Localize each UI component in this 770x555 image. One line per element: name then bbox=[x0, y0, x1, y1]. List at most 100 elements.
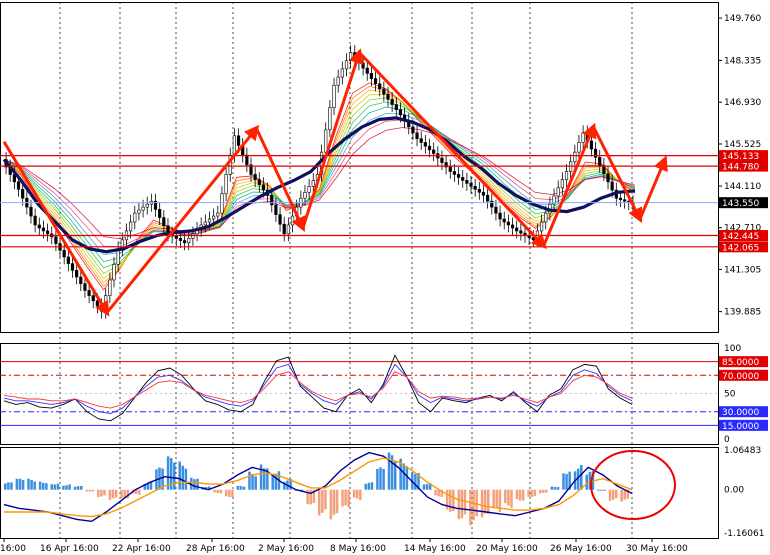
candle-body bbox=[158, 209, 162, 218]
macd-histogram-bar bbox=[242, 486, 246, 490]
candle-body bbox=[486, 194, 490, 202]
candle-body bbox=[623, 199, 627, 202]
stochastic-level-label: 85.0000 bbox=[722, 358, 759, 368]
macd-histogram-bar bbox=[565, 473, 568, 490]
candle-body bbox=[465, 180, 469, 184]
macd-histogram-bar bbox=[347, 489, 350, 508]
candle-body bbox=[328, 107, 332, 131]
macd-histogram-bar bbox=[475, 489, 478, 517]
macd-histogram-bar bbox=[181, 465, 185, 490]
macd-histogram-bar bbox=[30, 480, 33, 490]
candle-body bbox=[432, 149, 436, 154]
macd-histogram-bar bbox=[367, 482, 371, 490]
candle-body bbox=[133, 212, 137, 223]
candle-body bbox=[332, 84, 336, 108]
macd-tick-label: 1.06483 bbox=[724, 446, 761, 456]
stochastic-level-label: 30.0000 bbox=[722, 408, 759, 418]
macd-histogram-bar bbox=[114, 489, 118, 498]
macd-histogram-bar bbox=[219, 489, 223, 494]
macd-histogram-bar bbox=[510, 489, 513, 508]
macd-histogram-bar bbox=[193, 479, 196, 490]
ribbon-ma-line bbox=[3, 89, 636, 284]
macd-histogram-bar bbox=[370, 482, 374, 490]
macd-histogram-bar bbox=[580, 465, 583, 490]
candle-body bbox=[62, 249, 66, 258]
macd-histogram-bar bbox=[97, 489, 100, 498]
macd-histogram-bar bbox=[123, 489, 126, 498]
candle-body bbox=[220, 193, 224, 214]
candle-body bbox=[502, 218, 506, 223]
macd-histogram-bar bbox=[100, 489, 103, 497]
macd-histogram-bar bbox=[457, 489, 461, 520]
macd-tick-label: -1.16061 bbox=[724, 529, 764, 539]
candle-body bbox=[290, 215, 295, 226]
macd-histogram-bar bbox=[248, 471, 251, 490]
price-tick-label: 141.305 bbox=[724, 265, 761, 275]
macd-histogram-bar bbox=[556, 487, 560, 490]
price-tick-label: 146.930 bbox=[724, 98, 761, 108]
macd-histogram-bar bbox=[259, 464, 263, 490]
candle-body bbox=[66, 256, 70, 264]
time-axis-label: 16:00 bbox=[0, 544, 26, 554]
macd-histogram-bar bbox=[495, 489, 499, 509]
ribbon-ma-line bbox=[3, 82, 636, 291]
stochastic-tick-label: 100 bbox=[724, 344, 741, 354]
macd-histogram-bar bbox=[213, 489, 216, 493]
macd-histogram-bar bbox=[4, 483, 7, 490]
candle-body bbox=[577, 142, 581, 153]
macd-histogram-bar bbox=[85, 489, 88, 492]
candle-body bbox=[365, 67, 369, 74]
candle-body bbox=[79, 276, 83, 284]
candle-body bbox=[539, 221, 544, 232]
stochastic-level-label: 15.0000 bbox=[722, 422, 759, 432]
candle-body bbox=[452, 171, 457, 175]
macd-histogram-bar bbox=[79, 486, 83, 490]
candle-body bbox=[378, 83, 382, 90]
macd-histogram-bar bbox=[472, 489, 475, 521]
macd-histogram-bar bbox=[228, 489, 231, 498]
candle-body bbox=[510, 224, 515, 229]
candle-body bbox=[361, 62, 365, 69]
candle-body bbox=[112, 264, 116, 281]
macd-histogram-bar bbox=[7, 482, 10, 490]
time-axis-label: 14 May 16:00 bbox=[404, 544, 466, 554]
candle-body bbox=[461, 177, 465, 181]
macd-histogram-bar bbox=[56, 483, 60, 490]
candle-body bbox=[182, 240, 187, 244]
candle-body bbox=[353, 52, 357, 59]
macd-histogram-bar bbox=[507, 489, 510, 506]
macd-histogram-bar bbox=[45, 483, 48, 490]
macd-histogram-bar bbox=[425, 484, 429, 490]
macd-histogram-bar bbox=[65, 485, 68, 490]
candle-body bbox=[253, 174, 257, 180]
candle-body bbox=[349, 52, 353, 62]
macd-histogram-bar bbox=[62, 485, 65, 490]
candle-body bbox=[282, 223, 286, 235]
macd-histogram-bar bbox=[324, 489, 327, 510]
macd-histogram-bar bbox=[359, 489, 362, 501]
macd-histogram-bar bbox=[620, 489, 623, 502]
price-tick-label: 149.760 bbox=[724, 14, 761, 24]
candle-body bbox=[506, 221, 510, 226]
stochastic-tick-label: 0 bbox=[724, 435, 730, 445]
macd-histogram-bar bbox=[492, 489, 495, 509]
candle-body bbox=[274, 204, 278, 215]
time-axis-label: 26 May 16:00 bbox=[550, 544, 612, 554]
candle-body bbox=[236, 135, 241, 146]
candle-body bbox=[311, 180, 315, 187]
candle-body bbox=[490, 200, 494, 208]
macd-histogram-bar bbox=[50, 484, 54, 490]
macd-histogram-bar bbox=[41, 482, 45, 490]
candle-body bbox=[37, 224, 41, 229]
macd-histogram-bar bbox=[33, 481, 36, 490]
macd-histogram-bar bbox=[329, 489, 333, 520]
macd-histogram-bar bbox=[196, 478, 199, 490]
candle-body bbox=[610, 181, 614, 191]
stochastic-panel-frame bbox=[0, 343, 719, 445]
macd-histogram-bar bbox=[434, 489, 437, 496]
candle-body bbox=[440, 157, 444, 163]
candle-body bbox=[224, 174, 228, 195]
candle-body bbox=[75, 270, 79, 278]
candle-body bbox=[207, 218, 212, 223]
macd-histogram-bar bbox=[623, 489, 626, 500]
